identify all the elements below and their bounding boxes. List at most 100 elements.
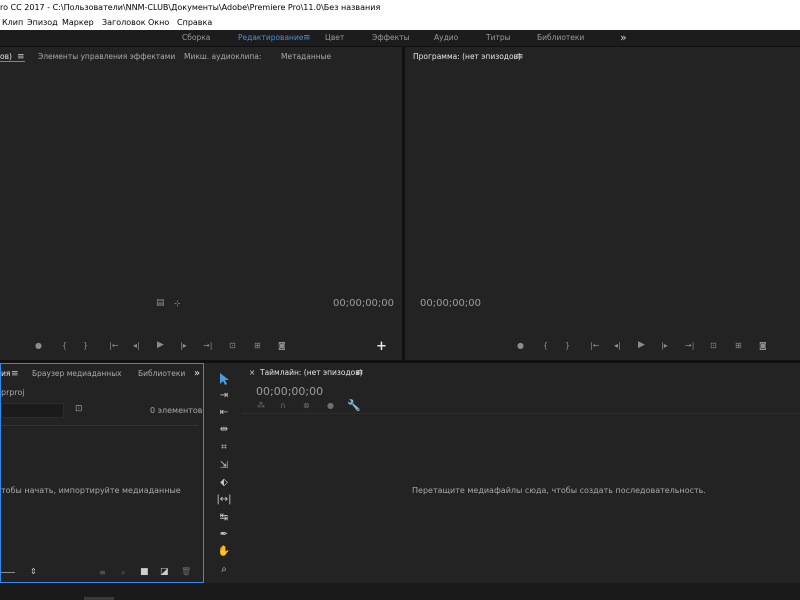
hand-tool-icon[interactable]: ✋ <box>212 544 236 560</box>
window-title-bar: ro CC 2017 - C:\Пользователи\NNM-CLUB\До… <box>0 0 800 15</box>
source-split-icon[interactable]: ⊹ <box>174 299 181 308</box>
menu-window[interactable]: Окно <box>148 15 169 30</box>
timeline-menu-icon[interactable]: ≡ <box>356 363 364 383</box>
workspace-audio[interactable]: Аудио <box>434 30 458 46</box>
workspace-menu-icon[interactable]: ≡ <box>303 30 311 46</box>
tab-effect-controls[interactable]: Элементы управления эффектами <box>38 47 175 67</box>
tab-audio-clip-mixer[interactable]: Микш. аудиоклипа: <box>184 47 261 67</box>
rolling-edit-tool-icon[interactable]: ⇹ <box>212 422 236 438</box>
rate-stretch-tool-icon[interactable]: ⌗ <box>212 440 236 456</box>
project-item-count: 0 элементов <box>150 406 203 415</box>
marker-icon[interactable]: ● <box>35 341 42 350</box>
project-search-input[interactable] <box>1 403 64 418</box>
razor-tool-icon[interactable]: ⇲ <box>212 458 236 474</box>
nest-toggle-icon[interactable]: ⁂ <box>257 401 265 410</box>
snap-icon[interactable]: ∩ <box>280 401 286 410</box>
find-icon[interactable]: ⌕ <box>121 568 125 578</box>
project-list-separator <box>1 425 199 426</box>
tab-project[interactable]: ия <box>1 364 10 384</box>
step-back-icon[interactable]: ◂| <box>133 341 140 350</box>
slip-tool-icon[interactable]: ⬖ <box>212 475 236 491</box>
go-to-in-icon[interactable]: |← <box>109 341 118 350</box>
camera-icon[interactable]: ◙ <box>278 341 286 350</box>
pen-icon[interactable]: ✒ <box>212 527 236 543</box>
ripple-edit-tool-icon[interactable]: ⇤ <box>212 405 236 421</box>
selection-tool-icon[interactable] <box>219 373 229 385</box>
go-to-out-icon[interactable]: →| <box>203 341 212 350</box>
program-play-icon[interactable]: ▶ <box>638 340 645 350</box>
add-button-icon[interactable]: + <box>376 339 387 354</box>
menu-clip[interactable]: Клип <box>2 15 23 30</box>
source-settings-icon[interactable]: ▤ <box>156 298 165 308</box>
program-step-forward-icon[interactable]: |▸ <box>661 341 668 350</box>
extract-icon[interactable]: ⊞ <box>735 341 742 350</box>
workspace-color[interactable]: Цвет <box>325 30 344 46</box>
source-panel: ов) ≡ Элементы управления эффектами Микш… <box>0 47 402 360</box>
program-marker-icon[interactable]: ● <box>517 341 524 350</box>
project-panel-tabs: ия ≡ Браузер медиаданных Библиотеки » <box>1 364 203 384</box>
mark-out-icon[interactable]: } <box>83 341 88 350</box>
workspace-assembly[interactable]: Сборка <box>182 30 210 46</box>
workspace-overflow-icon[interactable]: » <box>620 30 627 46</box>
workspace-bar: Сборка Редактирование ≡ Цвет Эффекты Ауд… <box>0 30 800 47</box>
timeline-close-icon[interactable]: × <box>249 363 255 383</box>
timeline-panel: × Таймлайн: (нет эпизодов) ≡ 00;00;00;00… <box>242 363 800 583</box>
menu-help[interactable]: Справка <box>177 15 212 30</box>
new-bin-icon[interactable]: ■ <box>140 567 149 577</box>
step-forward-icon[interactable]: |▸ <box>180 341 187 350</box>
timeline-timecode: 00;00;00;00 <box>256 385 324 398</box>
workspace-effects[interactable]: Эффекты <box>372 30 410 46</box>
sort-icon[interactable]: ⇕ <box>30 567 37 576</box>
program-step-back-icon[interactable]: ◂| <box>614 341 621 350</box>
menu-marker[interactable]: Маркер <box>62 15 94 30</box>
program-camera-icon[interactable]: ◙ <box>759 341 767 350</box>
program-go-to-in-icon[interactable]: |← <box>590 341 599 350</box>
import-hint: тобы начать, импортируйте медиаданные <box>1 486 181 495</box>
program-mark-in-icon[interactable]: { <box>543 341 548 350</box>
wrench-icon[interactable]: 🔧 <box>347 399 361 412</box>
tab-metadata[interactable]: Метаданные <box>281 47 331 67</box>
project-tab-menu-icon[interactable]: ≡ <box>11 364 19 384</box>
menu-title[interactable]: Заголовок <box>102 15 146 30</box>
tab-media-browser[interactable]: Браузер медиаданных <box>32 364 122 384</box>
lift-icon[interactable]: ⊡ <box>710 341 717 350</box>
tab-source[interactable]: ов) <box>0 47 12 67</box>
pen-tool-icon[interactable]: ↹ <box>212 510 236 526</box>
timeline-title[interactable]: Таймлайн: (нет эпизодов) <box>260 363 363 383</box>
zoom-slider[interactable] <box>1 572 15 573</box>
source-timecode: 00;00;00;00 <box>333 298 395 309</box>
program-menu-icon[interactable]: ≡ <box>516 47 524 67</box>
program-panel: Программа: (нет эпизодов) ≡ 00;00;00;00 … <box>405 47 800 360</box>
automate-to-sequence-icon[interactable]: ≡ <box>99 568 106 577</box>
play-icon[interactable]: ▶ <box>157 340 164 350</box>
program-title[interactable]: Программа: (нет эпизодов) <box>413 47 521 67</box>
timeline-panel-header: × Таймлайн: (нет эпизодов) ≡ <box>242 363 800 383</box>
workspace-titles[interactable]: Титры <box>486 30 511 46</box>
new-item-icon[interactable]: ◪ <box>160 567 169 577</box>
linked-selection-icon[interactable]: ⊗ <box>303 401 310 410</box>
menu-sequence[interactable]: Эпизод <box>27 15 58 30</box>
project-file-name: prproj <box>1 388 25 397</box>
mark-in-icon[interactable]: { <box>62 341 67 350</box>
workspace-libraries[interactable]: Библиотеки <box>537 30 584 46</box>
active-tab-underline <box>0 61 25 62</box>
slide-tool-icon[interactable]: |↔| <box>212 492 236 508</box>
source-panel-tabs: ов) ≡ Элементы управления эффектами Микш… <box>0 47 402 67</box>
clear-icon[interactable]: 🗑 <box>181 567 191 576</box>
program-go-to-out-icon[interactable]: →| <box>685 341 694 350</box>
workspace-editing[interactable]: Редактирование <box>238 30 303 46</box>
program-mark-out-icon[interactable]: } <box>565 341 570 350</box>
source-tab-menu-icon[interactable]: ≡ <box>17 47 25 67</box>
overwrite-icon[interactable]: ⊞ <box>254 341 261 350</box>
add-marker-icon[interactable]: ● <box>327 401 334 410</box>
track-select-tool-icon[interactable]: ⇥ <box>212 388 236 404</box>
project-tabs-overflow-icon[interactable]: » <box>194 364 200 384</box>
menu-bar: Клип Эпизод Маркер Заголовок Окно Справк… <box>0 15 800 30</box>
status-bar <box>0 583 800 600</box>
zoom-tool-icon[interactable]: ⌕ <box>212 562 236 578</box>
insert-icon[interactable]: ⊡ <box>229 341 236 350</box>
tab-libraries[interactable]: Библиотеки <box>138 364 185 384</box>
window-title: ro CC 2017 - C:\Пользователи\NNM-CLUB\До… <box>0 3 381 12</box>
timeline-track-separator <box>242 413 800 414</box>
new-search-bin-icon[interactable]: ⊡ <box>75 404 83 414</box>
